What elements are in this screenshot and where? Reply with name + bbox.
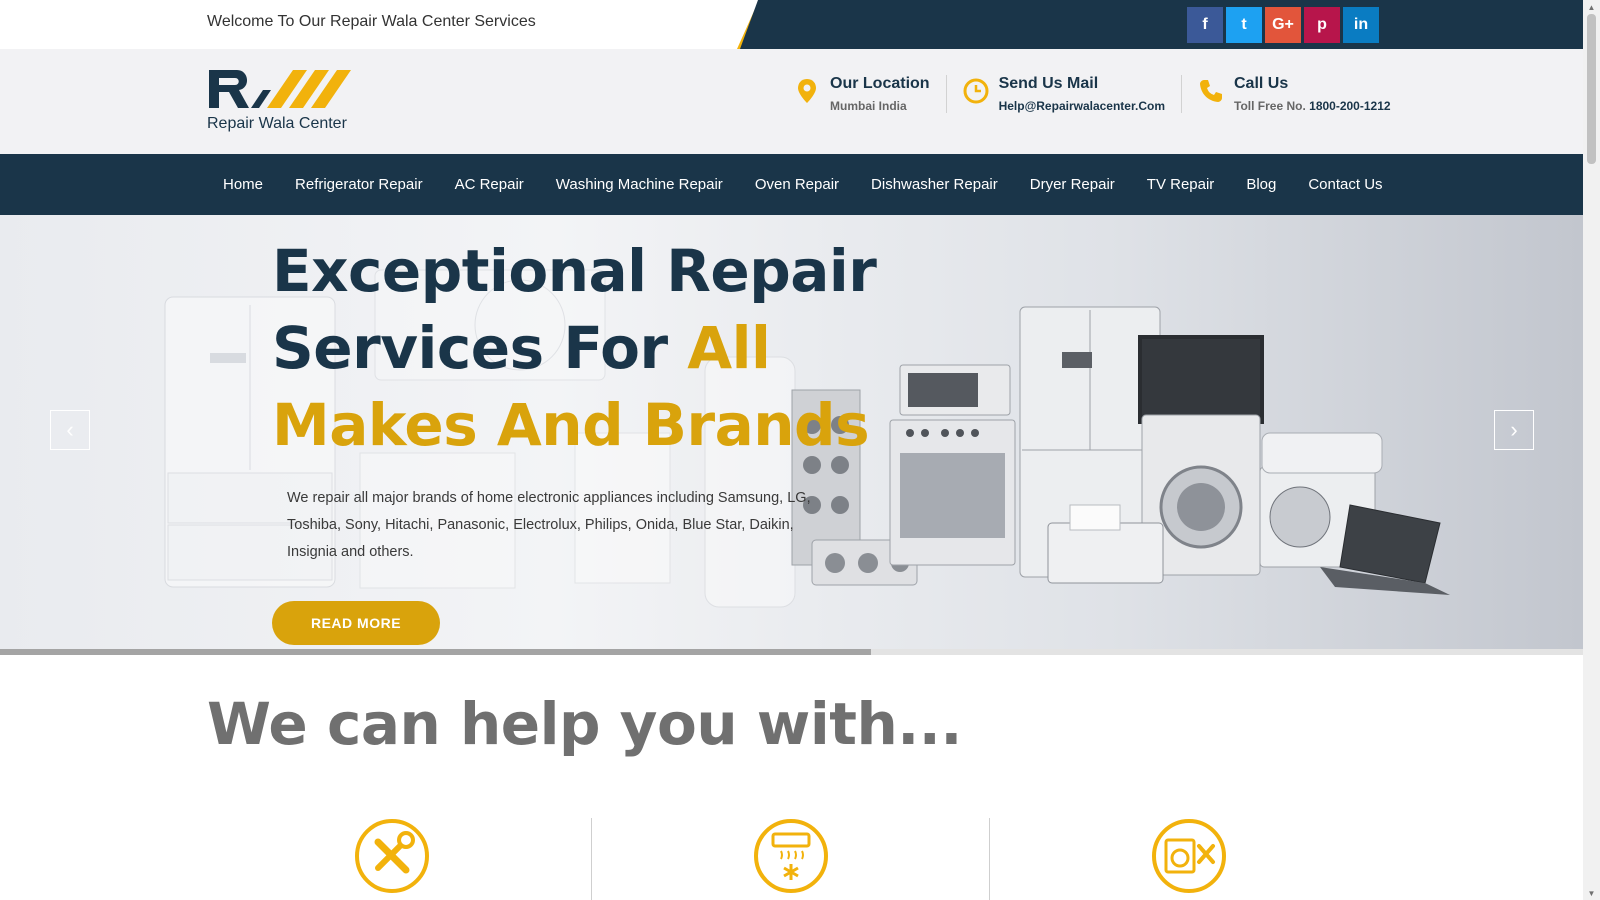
nav-item-tv-repair[interactable]: TV Repair (1131, 176, 1231, 193)
contact-info: Our Location Mumbai India Send Us Mail H… (778, 75, 1407, 113)
nav-item-dishwasher-repair[interactable]: Dishwasher Repair (855, 176, 1014, 193)
mail-info: Send Us Mail Help@Repairwalacenter.Com (945, 75, 1181, 113)
main-navigation: Home Refrigerator Repair AC Repair Washing … (0, 154, 1583, 215)
nav-item-oven-repair[interactable]: Oven Repair (739, 176, 855, 193)
location-title: Our Location (830, 75, 930, 92)
slider-prev-button[interactable]: ‹ (50, 410, 90, 450)
location-info: Our Location Mumbai India (778, 75, 946, 113)
tools-icon[interactable] (354, 818, 430, 894)
welcome-text: Welcome To Our Repair Wala Center Servic… (207, 13, 536, 30)
logo-mark-icon (209, 70, 351, 108)
pinterest-icon[interactable]: p (1304, 7, 1340, 43)
hero-slider: Exceptional Repair Services For All Make… (0, 215, 1583, 655)
ac-repair-icon[interactable] (753, 818, 829, 894)
location-value: Mumbai India (830, 99, 907, 113)
service-divider (591, 818, 592, 900)
call-title: Call Us (1234, 75, 1289, 92)
mail-value[interactable]: Help@Repairwalacenter.Com (999, 99, 1165, 113)
site-logo[interactable]: Repair Wala Center (207, 68, 367, 138)
logo-text: Repair Wala Center (207, 115, 347, 132)
hero-title-line1: Exceptional Repair (272, 237, 877, 305)
site-header: Repair Wala Center Our Location Mumbai I… (0, 49, 1583, 154)
top-bar-dark-panel (740, 0, 1583, 49)
nav-menu: Home Refrigerator Repair AC Repair Washing … (207, 154, 1399, 215)
nav-item-refrigerator-repair[interactable]: Refrigerator Repair (279, 176, 439, 193)
nav-item-home[interactable]: Home (207, 176, 279, 193)
scroll-up-arrow-icon[interactable]: ▲ (1583, 0, 1600, 14)
nav-item-ac-repair[interactable]: AC Repair (439, 176, 540, 193)
hero-title-line2: Services For All (272, 310, 876, 387)
social-links: f t G+ p in (1187, 7, 1379, 43)
nav-item-dryer-repair[interactable]: Dryer Repair (1014, 176, 1131, 193)
page-scrollbar[interactable]: ▲ ▼ (1583, 0, 1600, 900)
slider-next-button[interactable]: › (1494, 410, 1534, 450)
hero-title-line2-a: Services For (272, 314, 688, 382)
scroll-down-arrow-icon[interactable]: ▼ (1583, 886, 1600, 900)
top-bar: Welcome To Our Repair Wala Center Servic… (0, 0, 1583, 49)
washing-machine-repair-icon[interactable] (1151, 818, 1227, 894)
service-divider (989, 818, 990, 900)
phone-icon (1200, 80, 1222, 102)
nav-item-washing-machine-repair[interactable]: Washing Machine Repair (540, 176, 739, 193)
facebook-icon[interactable]: f (1187, 7, 1223, 43)
mail-title: Send Us Mail (998, 75, 1099, 92)
call-value: 1800-200-1212 (1309, 99, 1391, 113)
linkedin-icon[interactable]: in (1343, 7, 1379, 43)
hero-description: We repair all major brands of home elect… (287, 490, 811, 560)
map-pin-icon (798, 79, 816, 103)
call-number[interactable]: Toll Free No. 1800-200-1212 (1234, 99, 1391, 113)
hero-title-line3: Makes And Brands (272, 391, 870, 459)
call-label: Toll Free No. (1234, 99, 1306, 113)
scrollbar-thumb[interactable] (1587, 14, 1596, 164)
hero-title-line2-accent: All (687, 314, 771, 382)
slider-progress-fill (0, 649, 871, 655)
google-plus-icon[interactable]: G+ (1265, 7, 1301, 43)
call-info: Call Us Toll Free No. 1800-200-1212 (1181, 75, 1407, 113)
nav-item-blog[interactable]: Blog (1230, 176, 1292, 193)
clock-icon (963, 78, 989, 104)
nav-item-contact-us[interactable]: Contact Us (1292, 176, 1398, 193)
twitter-icon[interactable]: t (1226, 7, 1262, 43)
hero-title: Exceptional Repair Services For All Make… (272, 233, 877, 464)
read-more-button[interactable]: READ MORE (272, 601, 440, 645)
section-title: We can help you with... (207, 690, 962, 758)
